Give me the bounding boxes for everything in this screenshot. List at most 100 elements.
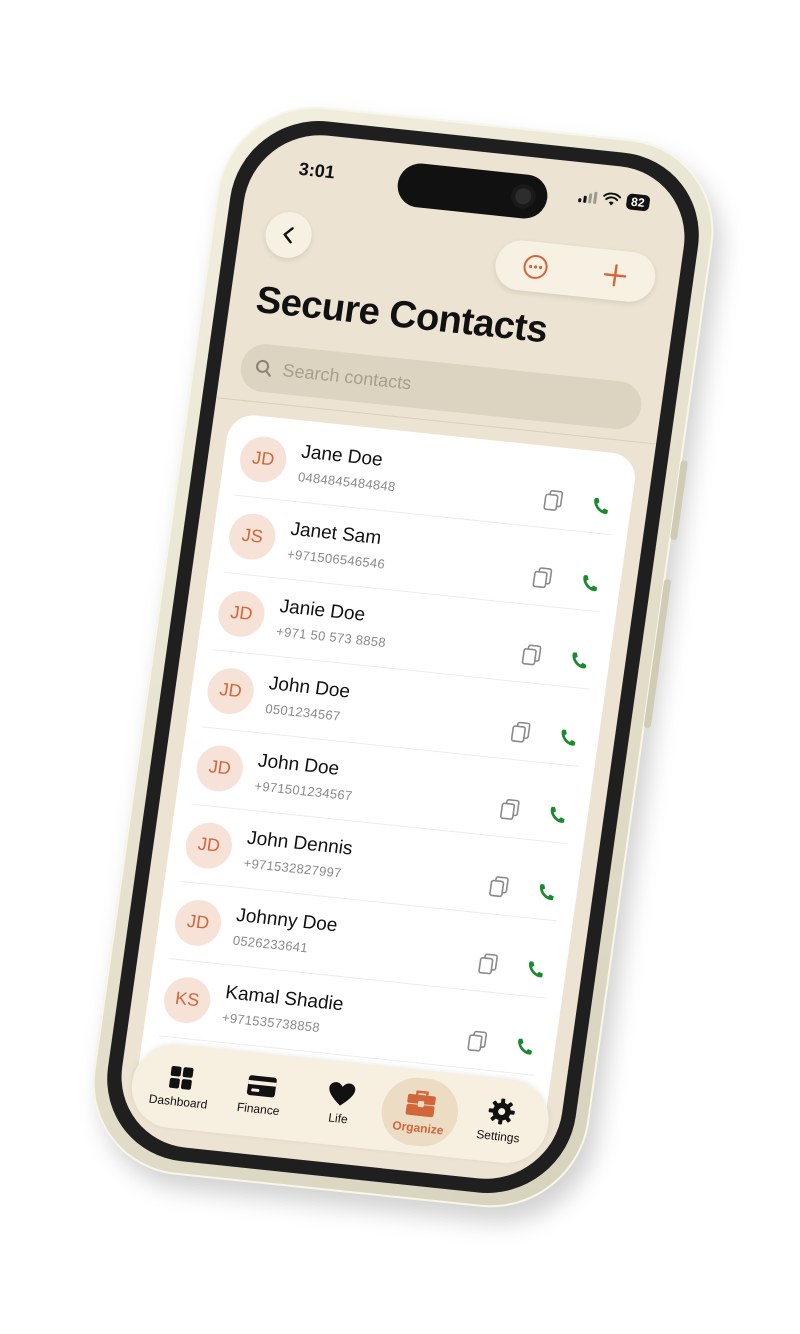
stage: 3:01 82 Secure Contacts Search contacts … <box>0 0 800 1334</box>
call-button[interactable] <box>533 879 560 905</box>
contact-name: Johnny Doe <box>234 904 339 937</box>
contact-info: Janie Doe +971 50 573 8858 <box>275 596 390 650</box>
phone-icon <box>572 652 587 669</box>
wifi-icon <box>602 192 621 206</box>
screen: 3:01 82 Secure Contacts Search contacts … <box>111 127 695 1187</box>
call-button[interactable] <box>566 647 593 673</box>
credit-card-icon <box>246 1075 277 1098</box>
copy-icon <box>532 567 553 589</box>
copy-button[interactable] <box>518 642 545 668</box>
tab-settings[interactable]: Settings <box>458 1083 543 1158</box>
signal-icon <box>577 190 598 204</box>
contact-phone: +971506546546 <box>286 546 387 572</box>
contact-phone: 0484845484848 <box>297 469 397 495</box>
contact-name: Jane Doe <box>300 441 384 471</box>
contact-info: Jane Doe 0484845484848 <box>297 441 400 494</box>
row-actions <box>496 797 571 828</box>
contact-phone: +971501234567 <box>253 778 354 804</box>
contact-name: Janie Doe <box>278 595 367 626</box>
contact-info: John Dennis +971532827997 <box>243 828 354 882</box>
battery-icon: 82 <box>625 193 651 212</box>
copy-button[interactable] <box>540 488 567 514</box>
tab-label: Finance <box>236 1099 281 1119</box>
row-actions <box>540 488 615 519</box>
search-input[interactable] <box>279 358 585 414</box>
copy-icon <box>489 876 509 898</box>
dynamic-island <box>394 161 551 221</box>
contact-phone: +971532827997 <box>242 855 343 881</box>
contact-info: Janet Sam +971506546546 <box>286 519 390 572</box>
copy-button[interactable] <box>474 951 501 977</box>
copy-icon <box>499 798 520 820</box>
gear-icon <box>488 1098 515 1125</box>
contact-info: John Doe +971501234567 <box>254 750 358 803</box>
phone-icon <box>550 806 565 823</box>
phone-icon <box>529 961 543 978</box>
toolbox-icon <box>405 1090 437 1118</box>
search-icon <box>256 359 271 377</box>
phone-icon <box>594 497 608 514</box>
phone-icon <box>561 729 576 746</box>
avatar: JD <box>204 665 257 716</box>
row-actions <box>474 951 549 982</box>
plus-icon <box>604 264 627 287</box>
status-icons: 82 <box>577 188 651 212</box>
row-actions <box>507 720 582 751</box>
avatar: KS <box>161 974 214 1025</box>
copy-button[interactable] <box>529 565 556 591</box>
phone-icon <box>539 884 554 901</box>
call-button[interactable] <box>522 956 549 982</box>
copy-icon <box>478 953 498 975</box>
contact-name: John Dennis <box>245 827 354 860</box>
tab-dashboard[interactable]: Dashboard <box>138 1049 223 1124</box>
row-actions <box>529 565 604 596</box>
avatar: JD <box>237 433 290 485</box>
phone-icon <box>583 575 598 592</box>
tab-label: Settings <box>475 1127 521 1146</box>
row-actions <box>518 642 593 673</box>
avatar: JD <box>182 819 236 871</box>
tab-life[interactable]: Life <box>298 1066 383 1141</box>
copy-icon <box>521 644 542 666</box>
heart-icon <box>329 1082 356 1106</box>
call-button[interactable] <box>576 570 603 596</box>
tab-label: Dashboard <box>147 1091 209 1112</box>
contact-phone: 0501234567 <box>264 700 342 724</box>
header-actions <box>492 238 659 305</box>
add-contact-button[interactable] <box>592 253 637 297</box>
copy-button[interactable] <box>507 720 534 746</box>
contact-name: John Doe <box>256 750 341 780</box>
contact-info: Johnny Doe 0526233641 <box>232 905 339 958</box>
tab-organize[interactable]: Organize <box>377 1074 463 1150</box>
copy-button[interactable] <box>485 874 512 900</box>
back-button[interactable] <box>262 209 315 261</box>
tab-finance[interactable]: Finance <box>218 1058 303 1133</box>
call-button[interactable] <box>587 493 614 519</box>
call-button[interactable] <box>544 802 571 828</box>
contact-phone: 0526233641 <box>231 932 309 956</box>
page-title: Secure Contacts <box>253 279 551 352</box>
chevron-left-icon <box>283 227 294 244</box>
copy-button[interactable] <box>496 797 523 823</box>
phone-bezel: 3:01 82 Secure Contacts Search contacts … <box>96 112 710 1202</box>
copy-icon <box>543 490 564 511</box>
call-button[interactable] <box>555 725 582 751</box>
tab-label: Organize <box>391 1118 445 1138</box>
call-button[interactable] <box>511 1034 538 1060</box>
copy-icon <box>467 1030 488 1052</box>
phone-icon <box>518 1038 532 1055</box>
contact-name: John Doe <box>267 673 352 703</box>
camera-icon <box>509 183 537 210</box>
copy-button[interactable] <box>464 1028 491 1054</box>
contact-name: Janet Sam <box>289 518 383 550</box>
phone-device: 3:01 82 Secure Contacts Search contacts … <box>80 97 726 1217</box>
contact-info: Kamal Shadie +971535738858 <box>221 982 345 1037</box>
search-bar[interactable] <box>237 341 645 432</box>
row-actions <box>464 1028 539 1059</box>
avatar: JD <box>171 897 225 948</box>
status-time: 3:01 <box>297 158 337 183</box>
more-options-button[interactable] <box>513 245 558 289</box>
contact-phone: +971 50 573 8858 <box>275 623 387 651</box>
tab-label: Life <box>327 1110 349 1127</box>
grid-icon <box>169 1066 194 1090</box>
